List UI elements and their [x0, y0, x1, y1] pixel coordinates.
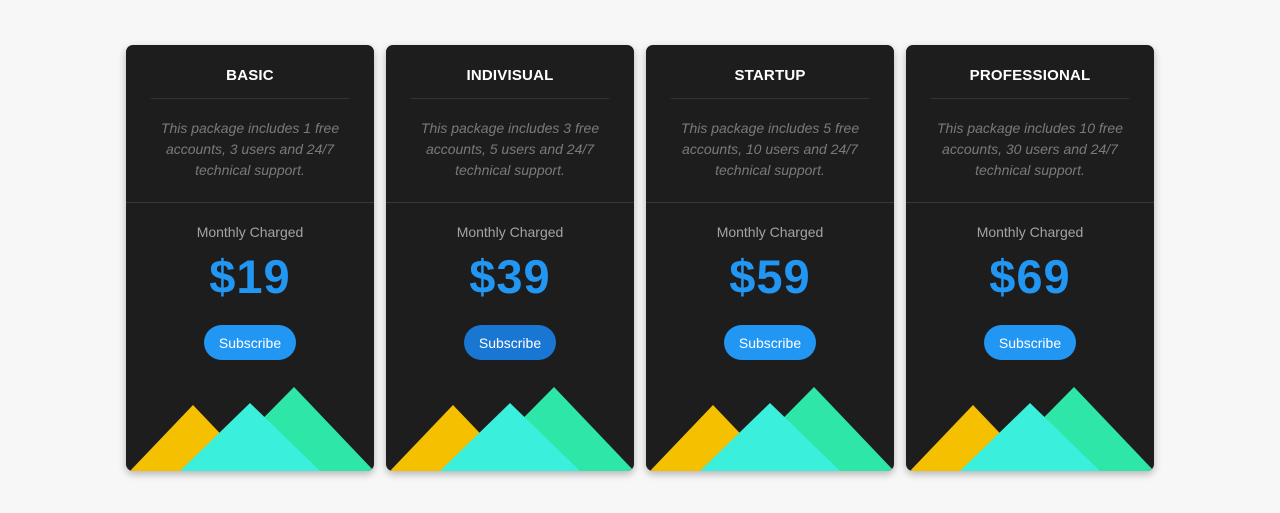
plan-price: $19 — [209, 250, 291, 303]
billing-period-label: Monthly Charged — [976, 224, 1084, 240]
section-divider — [386, 202, 634, 203]
pricing-table: BASIC This package includes 1 free accou… — [126, 45, 1154, 471]
title-divider — [671, 98, 869, 99]
mountains-illustration — [650, 387, 894, 471]
billing-period-label: Monthly Charged — [456, 224, 564, 240]
plan-description: This package includes 1 free accounts, 3… — [160, 120, 340, 178]
plan-title: BASIC — [226, 67, 274, 84]
mountains-illustration — [130, 387, 374, 471]
mountains-illustration — [390, 387, 634, 471]
plan-card-indivisual: INDIVISUAL This package includes 3 free … — [386, 45, 634, 471]
plan-title: PROFESSIONAL — [969, 67, 1091, 84]
subscribe-button[interactable]: Subscribe — [204, 325, 296, 360]
section-divider — [126, 202, 374, 203]
plan-title: INDIVISUAL — [466, 67, 554, 84]
billing-period-label: Monthly Charged — [716, 224, 824, 240]
plan-description: This package includes 5 free accounts, 1… — [680, 120, 860, 178]
plan-card-startup: STARTUP This package includes 5 free acc… — [646, 45, 894, 471]
plan-price: $39 — [469, 250, 551, 303]
title-divider — [411, 98, 609, 99]
plan-title: STARTUP — [734, 67, 806, 84]
plan-price: $59 — [729, 250, 811, 303]
section-divider — [906, 202, 1154, 203]
plan-card-professional: PROFESSIONAL This package includes 10 fr… — [906, 45, 1154, 471]
subscribe-button[interactable]: Subscribe — [464, 325, 556, 360]
section-divider — [646, 202, 894, 203]
plan-description: This package includes 10 free accounts, … — [937, 120, 1123, 178]
plan-price: $69 — [989, 250, 1071, 303]
plan-description: This package includes 3 free accounts, 5… — [420, 120, 600, 178]
title-divider — [931, 98, 1129, 99]
subscribe-button[interactable]: Subscribe — [724, 325, 816, 360]
billing-period-label: Monthly Charged — [196, 224, 304, 240]
subscribe-button[interactable]: Subscribe — [984, 325, 1076, 360]
title-divider — [151, 98, 349, 99]
plan-card-basic: BASIC This package includes 1 free accou… — [126, 45, 374, 471]
mountains-illustration — [910, 387, 1154, 471]
